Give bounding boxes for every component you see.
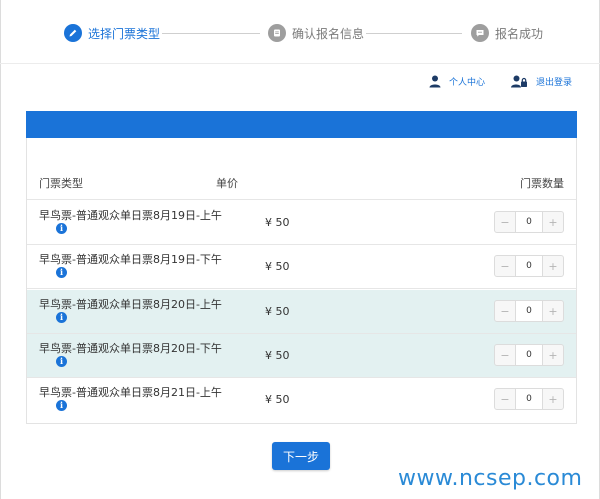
step-connector: [162, 33, 260, 34]
table-row: 早鸟票-普通观众单日票8月20日-下午 i ¥ 50 − 0 +: [27, 334, 576, 378]
ticket-price: ¥ 50: [265, 393, 290, 406]
decrement-button[interactable]: −: [495, 301, 516, 321]
step-label: 确认报名信息: [292, 26, 365, 41]
user-icon: [429, 75, 441, 88]
increment-button[interactable]: +: [542, 345, 563, 365]
header-quantity: 门票数量: [520, 177, 564, 190]
increment-button[interactable]: +: [542, 256, 563, 276]
table-row: 早鸟票-普通观众单日票8月21日-上午 i ¥ 50 − 0 +: [27, 378, 576, 422]
personal-center-link[interactable]: 个人中心: [429, 72, 485, 90]
ticket-name: 早鸟票-普通观众单日票8月21日-上午: [39, 386, 222, 399]
quantity-value[interactable]: 0: [516, 345, 542, 365]
table-row: 早鸟票-普通观众单日票8月20日-上午 i ¥ 50 − 0 +: [27, 290, 576, 334]
step-confirm-info: 确认报名信息: [268, 23, 364, 43]
logout-label: 退出登录: [536, 77, 573, 88]
quantity-value[interactable]: 0: [516, 212, 542, 232]
ticket-name: 早鸟票-普通观众单日票8月19日-上午: [39, 209, 222, 222]
ticket-name: 早鸟票-普通观众单日票8月20日-下午: [39, 342, 222, 355]
decrement-button[interactable]: −: [495, 212, 516, 232]
increment-button[interactable]: +: [542, 389, 563, 409]
step-select-ticket: 选择门票类型: [64, 23, 160, 43]
ticket-price: ¥ 50: [265, 260, 290, 273]
header-ticket-type: 门票类型: [39, 177, 83, 190]
step-label: 报名成功: [495, 26, 544, 41]
quantity-value[interactable]: 0: [516, 301, 542, 321]
decrement-button[interactable]: −: [495, 345, 516, 365]
quantity-stepper: − 0 +: [494, 344, 564, 366]
logout-link[interactable]: 退出登录: [511, 72, 572, 90]
quantity-value[interactable]: 0: [516, 256, 542, 276]
ticket-price: ¥ 50: [265, 349, 290, 362]
user-lock-icon: [511, 75, 528, 88]
decrement-button[interactable]: −: [495, 256, 516, 276]
ticket-name: 早鸟票-普通观众单日票8月20日-上午: [39, 298, 222, 311]
table-row: 早鸟票-普通观众单日票8月19日-下午 i ¥ 50 − 0 +: [27, 245, 576, 289]
pencil-icon: [64, 24, 82, 42]
header-unit-price: 单价: [216, 177, 238, 190]
increment-button[interactable]: +: [542, 212, 563, 232]
quantity-stepper: − 0 +: [494, 300, 564, 322]
quantity-value[interactable]: 0: [516, 389, 542, 409]
step-label: 选择门票类型: [88, 26, 161, 41]
info-icon[interactable]: i: [56, 267, 67, 278]
info-icon[interactable]: i: [56, 400, 67, 411]
table-header: 门票类型 单价 门票数量: [27, 138, 576, 200]
personal-center-label: 个人中心: [449, 77, 486, 88]
quantity-stepper: − 0 +: [494, 388, 564, 410]
table-row: 早鸟票-普通观众单日票8月19日-上午 i ¥ 50 − 0 +: [27, 201, 576, 245]
ticket-price: ¥ 50: [265, 305, 290, 318]
decrement-button[interactable]: −: [495, 389, 516, 409]
ticket-name: 早鸟票-普通观众单日票8月19日-下午: [39, 253, 222, 266]
ticket-table: 门票类型 单价 门票数量 早鸟票-普通观众单日票8月19日-上午 i ¥ 50 …: [26, 138, 577, 424]
info-icon[interactable]: i: [56, 356, 67, 367]
section-header-bar: [26, 111, 577, 138]
watermark: www.ncsep.com: [398, 466, 583, 491]
document-icon: [268, 24, 286, 42]
increment-button[interactable]: +: [542, 301, 563, 321]
progress-steps: 选择门票类型 确认报名信息 报名成功: [0, 0, 600, 64]
ticket-price: ¥ 50: [265, 216, 290, 229]
quantity-stepper: − 0 +: [494, 211, 564, 233]
quantity-stepper: − 0 +: [494, 255, 564, 277]
info-icon[interactable]: i: [56, 312, 67, 323]
step-connector: [366, 33, 462, 34]
message-icon: [471, 24, 489, 42]
info-icon[interactable]: i: [56, 223, 67, 234]
step-success: 报名成功: [471, 23, 543, 43]
next-step-button[interactable]: 下一步: [272, 442, 330, 470]
